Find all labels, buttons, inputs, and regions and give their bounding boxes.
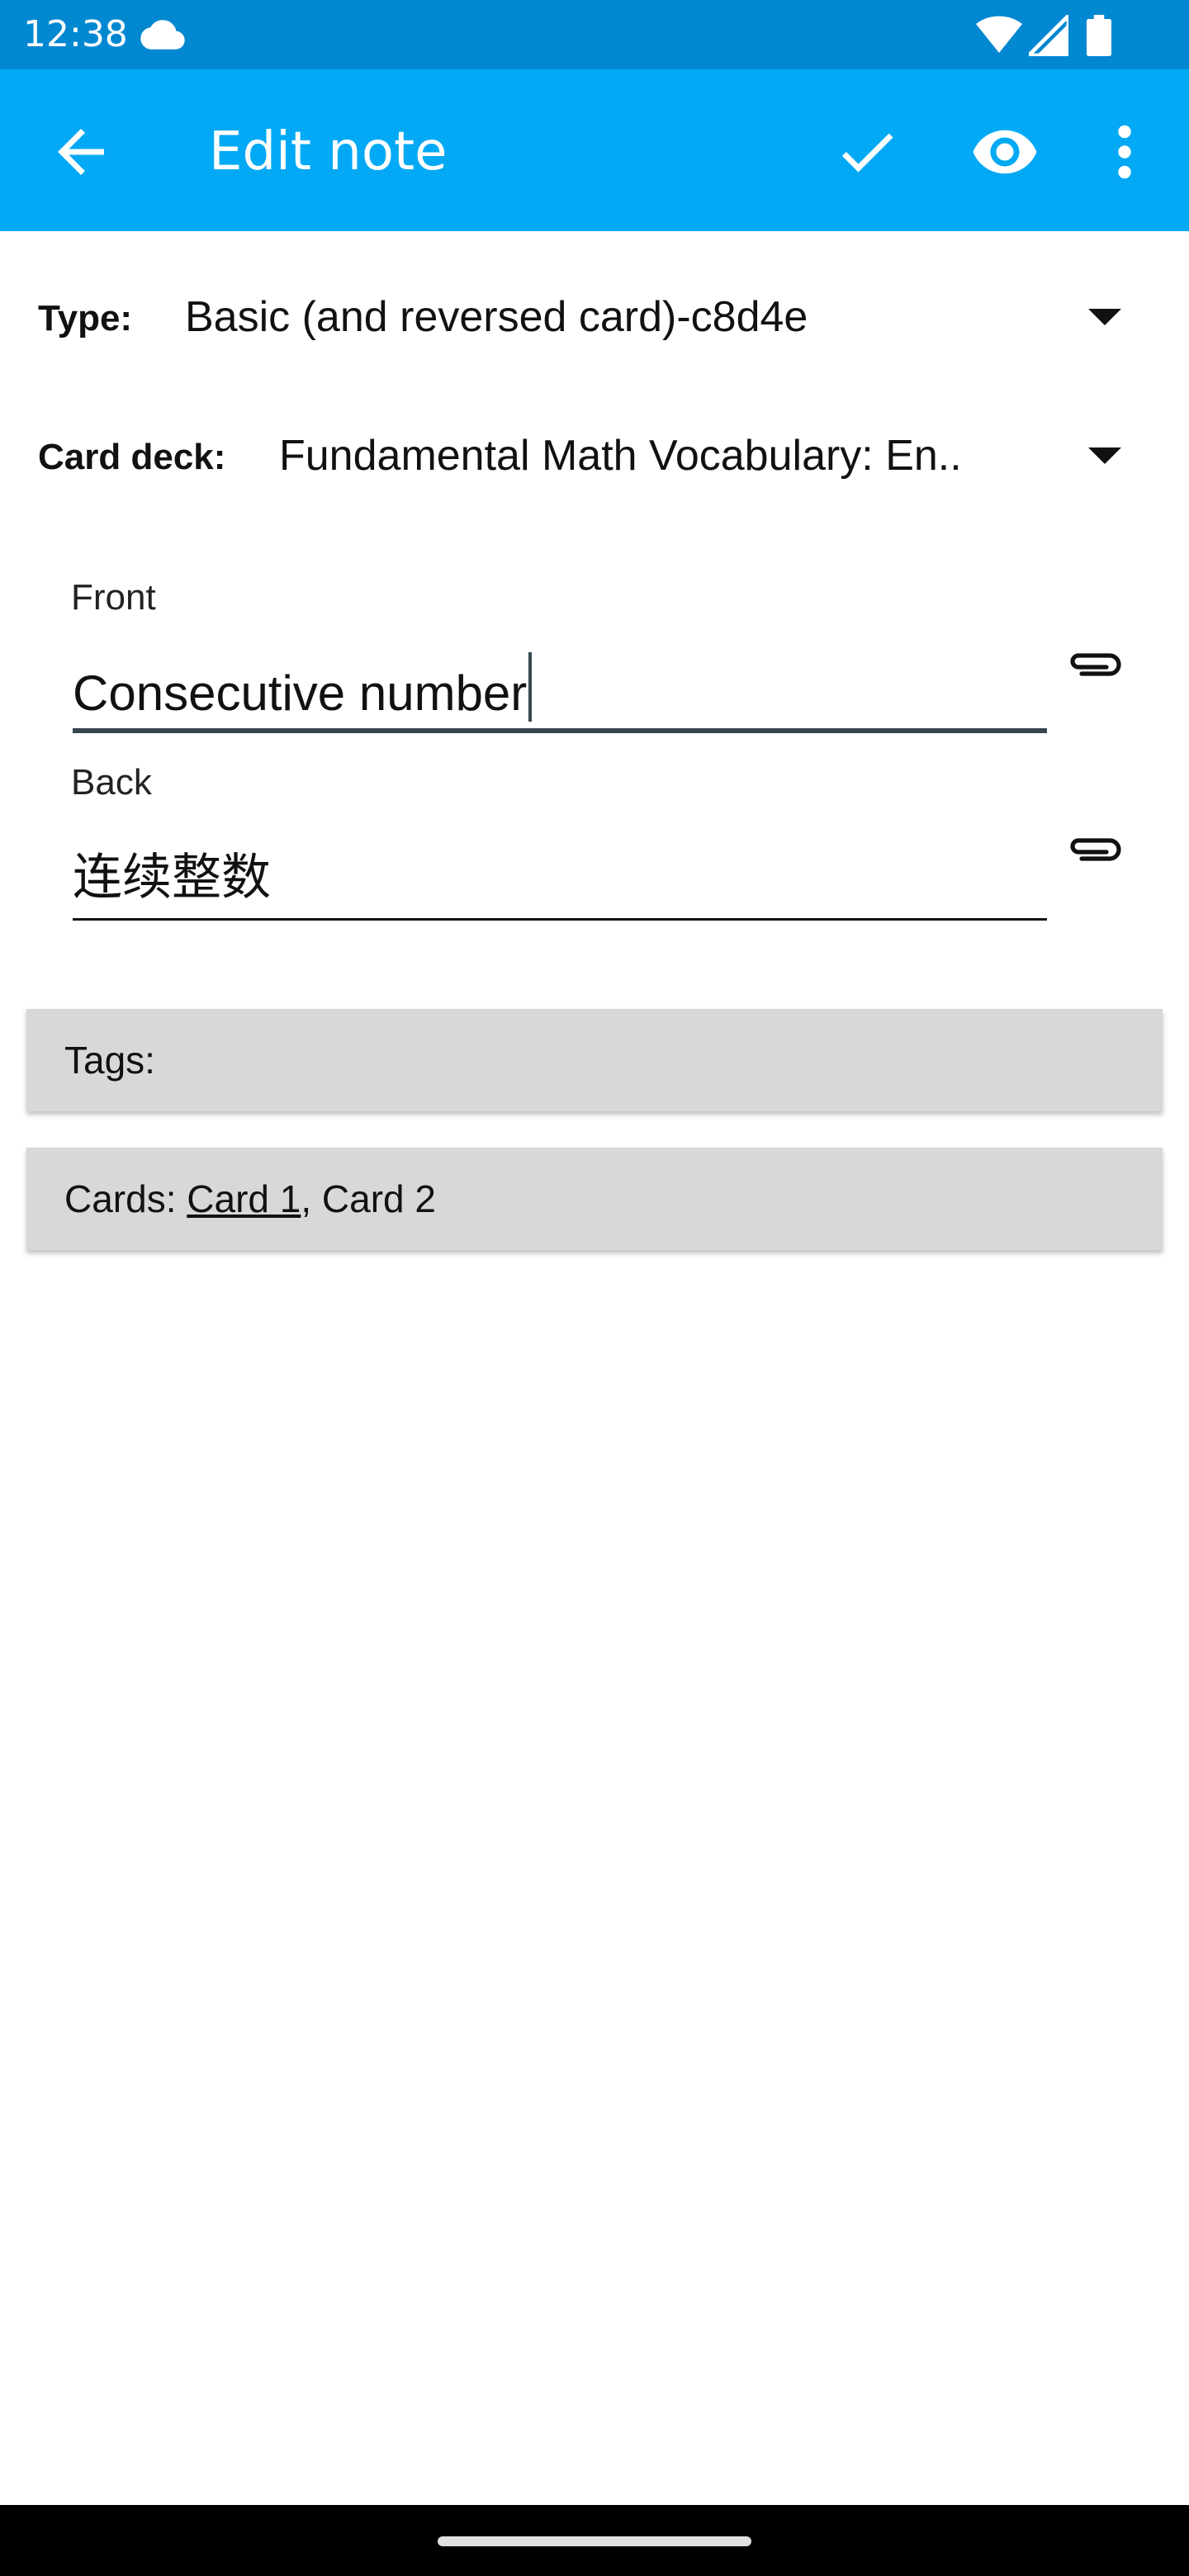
- check-icon[interactable]: [832, 117, 902, 187]
- wifi-icon: [976, 16, 1022, 54]
- status-bar: 12:38: [0, 0, 1189, 69]
- card-deck-label: Card deck:: [38, 437, 226, 477]
- back-field-value: 连续整数: [73, 850, 271, 905]
- cards-separator: ,: [301, 1177, 312, 1220]
- note-type-selector[interactable]: Type: Basic (and reversed card)-c8d4e: [0, 277, 1189, 360]
- app-bar: Edit note: [0, 69, 1189, 231]
- front-field-value: Consecutive number: [73, 665, 528, 721]
- cloud-icon: [140, 20, 185, 50]
- card-deck-value: Fundamental Math Vocabulary: En..: [279, 432, 962, 480]
- cards-line: Cards: Card 1, Card 2: [64, 1148, 436, 1250]
- cell-signal-icon: [1029, 15, 1068, 56]
- battery-icon: [1087, 15, 1111, 56]
- card-1-link[interactable]: Card 1: [187, 1177, 301, 1220]
- eye-icon[interactable]: [968, 117, 1042, 187]
- front-field-input[interactable]: Consecutive number: [73, 652, 1047, 727]
- note-type-value: Basic (and reversed card)-c8d4e: [185, 293, 808, 341]
- card-2-link[interactable]: Card 2: [322, 1177, 436, 1220]
- more-vert-icon[interactable]: [1101, 117, 1148, 187]
- back-field-underline: [73, 918, 1047, 921]
- paperclip-icon[interactable]: [1065, 642, 1121, 679]
- navigation-bar: [0, 2505, 1189, 2576]
- paperclip-icon[interactable]: [1065, 827, 1121, 864]
- cards-label: Cards:: [64, 1177, 177, 1220]
- back-field-label: Back: [71, 762, 152, 803]
- tags-label: Tags:: [64, 1039, 155, 1082]
- back-arrow-icon[interactable]: [46, 117, 116, 187]
- page-title: Edit note: [209, 121, 448, 182]
- tags-panel[interactable]: Tags:: [26, 1009, 1163, 1111]
- status-time: 12:38: [23, 13, 128, 55]
- home-gesture-handle[interactable]: [438, 2536, 751, 2546]
- cards-panel[interactable]: Cards: Card 1, Card 2: [26, 1148, 1163, 1250]
- note-type-label: Type:: [38, 298, 133, 339]
- card-deck-selector[interactable]: Card deck: Fundamental Math Vocabulary: …: [0, 416, 1189, 499]
- front-field-label: Front: [71, 577, 156, 618]
- text-cursor: [528, 652, 533, 722]
- dropdown-arrow-icon[interactable]: [1088, 309, 1121, 325]
- back-field-input[interactable]: 连续整数: [73, 841, 1047, 915]
- front-field-underline: [73, 728, 1047, 733]
- dropdown-arrow-icon[interactable]: [1088, 447, 1121, 464]
